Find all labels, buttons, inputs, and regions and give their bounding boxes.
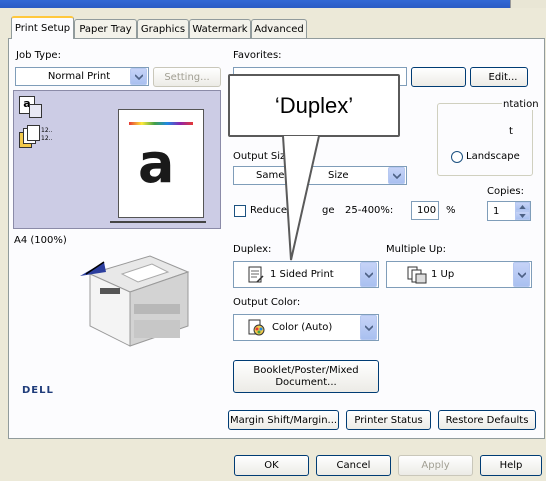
reduce-percent-input[interactable]: 100 bbox=[411, 201, 439, 220]
booklet-poster-button[interactable]: Booklet/Poster/Mixed Document... bbox=[233, 360, 379, 393]
chevron-down-icon[interactable] bbox=[360, 262, 377, 287]
copies-value: 1 bbox=[493, 205, 500, 217]
preview-letter: a bbox=[138, 132, 175, 195]
window-title-bar bbox=[0, 0, 546, 8]
dell-logo: DELL bbox=[22, 385, 54, 396]
reduce-range-label: 25-400%: bbox=[345, 205, 394, 216]
favorites-save-button[interactable] bbox=[411, 67, 466, 87]
duplex-select[interactable]: 1 Sided Print bbox=[233, 261, 379, 288]
tab-print-setup[interactable]: Print Setup bbox=[11, 16, 74, 39]
output-color-value: Color (Auto) bbox=[272, 322, 333, 333]
margin-shift-button[interactable]: Margin Shift/Margin... bbox=[228, 410, 339, 430]
collate-pages-icon[interactable]: 12.. 12.. bbox=[19, 125, 53, 153]
chevron-down-icon[interactable] bbox=[360, 315, 377, 340]
favorites-label: Favorites: bbox=[233, 50, 282, 61]
chevron-down-icon[interactable] bbox=[513, 262, 530, 287]
callout-pointer bbox=[282, 135, 320, 261]
chevron-down-icon[interactable] bbox=[130, 68, 147, 85]
tab-advanced[interactable]: Advanced bbox=[251, 19, 307, 38]
reduce-percent-value: 100 bbox=[417, 205, 437, 216]
output-color-label: Output Color: bbox=[233, 297, 301, 308]
output-color-select[interactable]: Color (Auto) bbox=[233, 314, 379, 341]
job-type-value: Normal Print bbox=[47, 71, 111, 82]
setting-button[interactable]: Setting... bbox=[153, 67, 221, 87]
apply-button[interactable]: Apply bbox=[398, 455, 473, 476]
paper-size-caption: A4 (100%) bbox=[14, 235, 67, 246]
landscape-label: Landscape bbox=[466, 151, 520, 162]
spinner-icon[interactable] bbox=[515, 202, 530, 220]
orientation-group bbox=[437, 103, 533, 176]
portrait-label: t bbox=[509, 126, 513, 137]
cancel-button[interactable]: Cancel bbox=[316, 455, 391, 476]
color-palette-icon bbox=[248, 319, 265, 335]
printer-icon bbox=[80, 255, 190, 347]
reduce-enlarge-checkbox[interactable] bbox=[234, 205, 246, 217]
multiple-up-value: 1 Up bbox=[431, 269, 455, 280]
preview-icon-label-c: 12.. bbox=[41, 135, 53, 142]
chevron-down-icon[interactable] bbox=[388, 167, 405, 184]
favorites-edit-button[interactable]: Edit... bbox=[470, 67, 528, 87]
multiple-pages-icon bbox=[407, 266, 427, 283]
multiple-up-label: Multiple Up: bbox=[386, 244, 446, 255]
single-sided-page-icon bbox=[248, 266, 264, 283]
job-type-select[interactable]: Normal Print bbox=[15, 67, 149, 86]
window-frame-corner bbox=[510, 0, 546, 8]
percent-unit: % bbox=[446, 205, 456, 216]
duplex-value: 1 Sided Print bbox=[270, 269, 334, 280]
multiple-up-select[interactable]: 1 Up bbox=[386, 261, 532, 288]
landscape-radio[interactable] bbox=[451, 151, 463, 163]
job-type-label: Job Type: bbox=[16, 50, 61, 61]
copies-stepper[interactable]: 1 bbox=[487, 201, 531, 221]
ok-button[interactable]: OK bbox=[234, 455, 309, 476]
printer-status-button[interactable]: Printer Status bbox=[346, 410, 431, 430]
duplex-label: Duplex: bbox=[233, 244, 272, 255]
orientation-label: ntation bbox=[502, 99, 540, 110]
copy-mode-icon[interactable]: a bbox=[19, 96, 42, 118]
copies-label: Copies: bbox=[487, 186, 524, 197]
tab-watermark[interactable]: Watermark bbox=[189, 19, 251, 38]
preview-icon-label-b: 12.. bbox=[41, 127, 53, 134]
help-button[interactable]: Help bbox=[480, 455, 542, 476]
restore-defaults-button[interactable]: Restore Defaults bbox=[438, 410, 536, 430]
tab-graphics[interactable]: Graphics bbox=[137, 19, 189, 38]
tab-paper-tray[interactable]: Paper Tray bbox=[74, 19, 137, 38]
duplex-callout: ‘Duplex’ bbox=[228, 74, 400, 137]
